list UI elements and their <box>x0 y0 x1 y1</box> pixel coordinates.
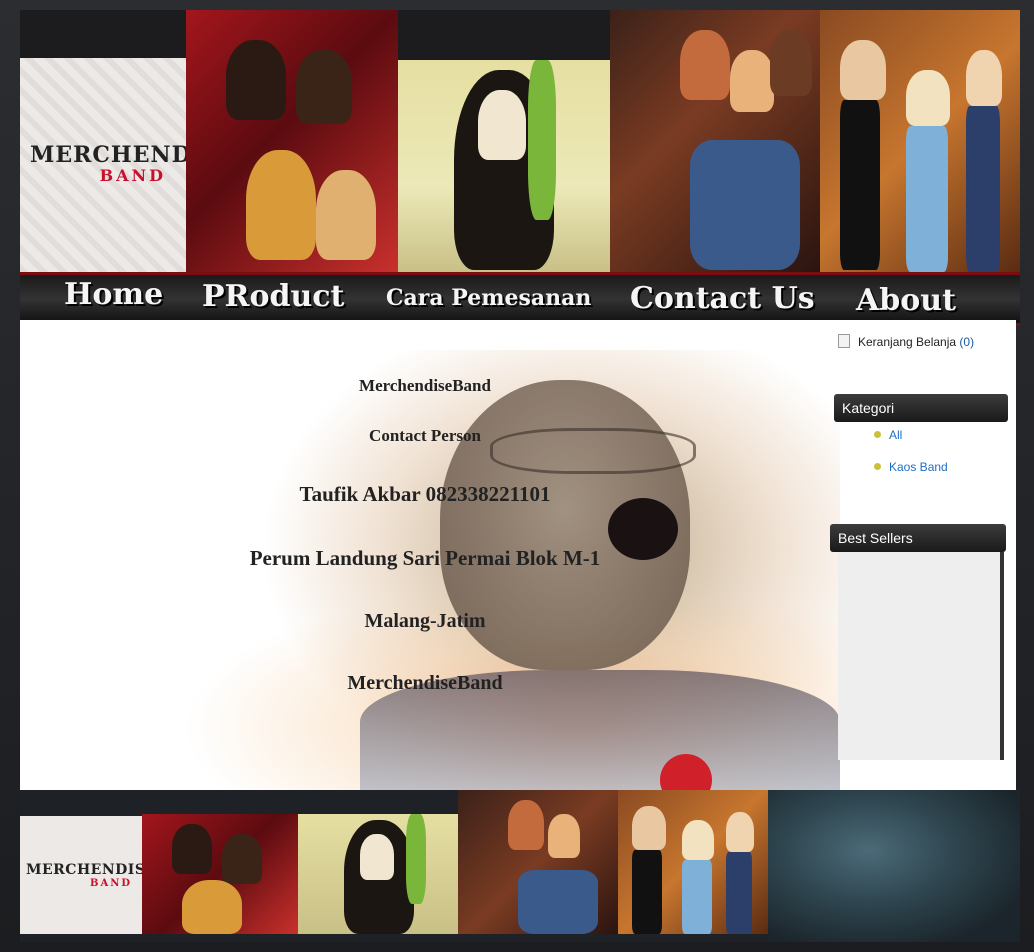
footer-art-panel-1 <box>142 814 298 934</box>
footer-dark-portrait <box>768 790 1020 942</box>
nav-cara-pemesanan[interactable]: Cara Pemesanan <box>386 285 591 311</box>
footer-logo-main: MERCHENDISE <box>26 862 157 878</box>
logo-main-text: MERCHENDISE <box>30 142 238 168</box>
contact-city: Malang-Jatim <box>364 610 486 632</box>
contact-brand-top: MerchendiseBand <box>359 376 491 395</box>
contact-name-phone: Taufik Akbar 082338221101 <box>299 482 551 506</box>
cart-icon <box>838 334 850 348</box>
cart-count: (0) <box>959 335 975 349</box>
footer-logo-sub: BAND <box>90 878 133 889</box>
site-logo: MERCHENDISE BAND <box>30 142 238 185</box>
kategori-item-label: Kaos Band <box>889 460 948 474</box>
nav-contact-us[interactable]: Contact Us <box>630 281 815 316</box>
logo-panel[interactable]: MERCHENDISE BAND <box>20 58 238 272</box>
kategori-item-kaos-band[interactable]: Kaos Band <box>874 460 948 474</box>
cart-label: Keranjang Belanja <box>858 335 957 349</box>
footer-banner: MERCHENDISE BAND <box>20 790 1020 942</box>
nav-about[interactable]: About <box>856 283 956 318</box>
banner-art-panel-1 <box>186 10 398 272</box>
best-sellers-header: Best Sellers <box>830 524 1006 552</box>
shopping-cart-link[interactable]: Keranjang Belanja (0) <box>838 334 974 349</box>
kategori-header: Kategori <box>834 394 1008 422</box>
logo-sub-text: BAND <box>99 166 166 185</box>
footer-art-panel-3 <box>458 790 618 934</box>
nav-product[interactable]: PRoduct <box>202 279 344 314</box>
banner-art-panel-3 <box>610 10 820 272</box>
banner-art-panel-4 <box>820 10 1020 272</box>
banner-art-panel-2 <box>398 60 610 272</box>
content-area: MerchendiseBand Contact Person Taufik Ak… <box>20 320 1016 790</box>
main-nav: Home PRoduct Cara Pemesanan Contact Us A… <box>20 272 1020 326</box>
nav-home[interactable]: Home <box>64 277 163 312</box>
footer-art-panel-4 <box>618 790 768 934</box>
footer-logo-panel: MERCHENDISE BAND <box>20 816 156 934</box>
bullet-icon <box>874 431 881 438</box>
bullet-icon <box>874 463 881 470</box>
kategori-item-label: All <box>889 428 903 442</box>
footer-art-panel-2 <box>298 814 458 934</box>
contact-address: Perum Landung Sari Permai Blok M-1 <box>249 546 601 570</box>
best-sellers-box <box>838 552 1004 760</box>
contact-person-heading: Contact Person <box>369 426 481 445</box>
contact-brand-bottom: MerchendiseBand <box>347 672 503 694</box>
header-banner: MERCHENDISE BAND <box>20 10 1020 278</box>
kategori-item-all[interactable]: All <box>874 428 902 442</box>
